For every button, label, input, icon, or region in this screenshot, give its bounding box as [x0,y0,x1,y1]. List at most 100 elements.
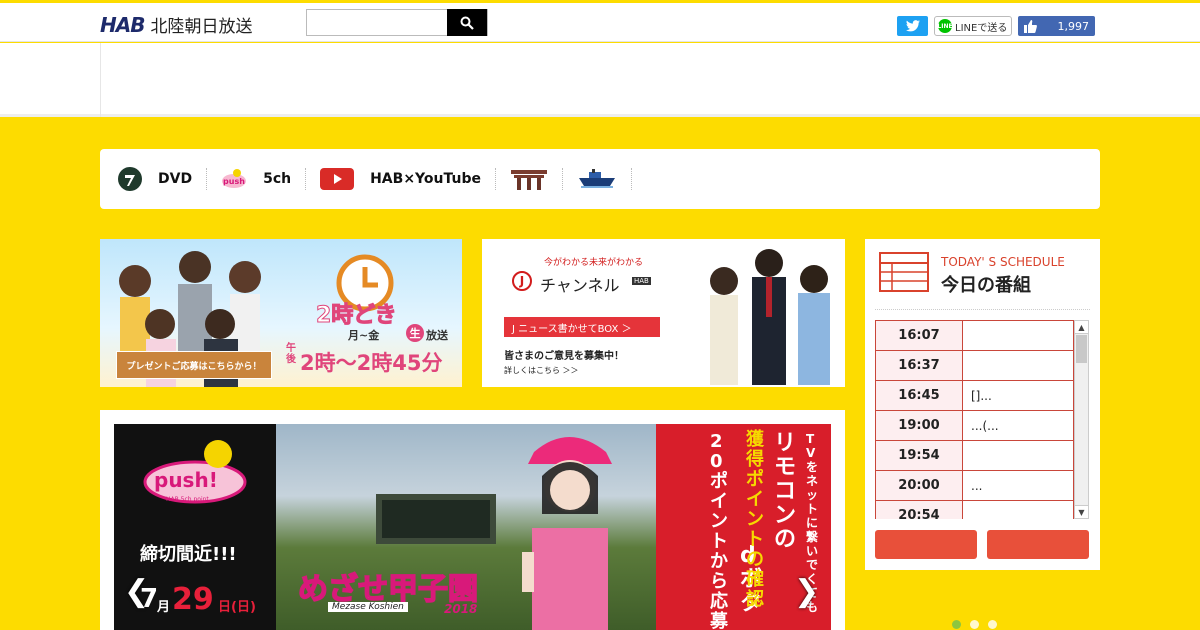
quick-nav: DVD push 5ch HAB×YouTube [100,149,1100,209]
slider-pagination [952,620,997,629]
schedule-row[interactable]: 19:00 ...(... [875,411,1074,441]
banner2-opinion: 皆さまのご意見を募集中！ [504,351,624,362]
nav-item-ship[interactable] [577,168,632,190]
nav-item-gate[interactable] [510,168,563,190]
pagination-dot[interactable] [970,620,979,629]
schedule-title-jp: 今日の番組 [941,275,1031,296]
pagination-dot[interactable] [988,620,997,629]
slide-right-text-4: 20ポイントから応募で [710,431,728,630]
schedule-table: 16:07 16:37 16:45 []... 19:00 ...(... 19:… [875,320,1074,519]
banner1-pm: 午後 [286,343,296,365]
ad-band [0,43,1200,117]
schedule-program: []... [963,381,1073,410]
nav-label-dvd: DVD [158,171,193,187]
slide-right-text-3: 獲得ポイントの確認 [746,429,764,610]
schedule-table-icon [879,252,929,292]
scoreboard-graphic [376,494,496,544]
slide-prev-icon[interactable]: ❮ [124,574,149,609]
search-input[interactable] [307,10,447,35]
twitter-share-button[interactable] [897,16,928,36]
schedule-divider [875,309,1090,310]
banner1-broadcast: 放送 [426,329,448,342]
slide-year: 2018 [444,602,478,616]
banner2-brand-sub: HAB [632,277,651,285]
schedule-button-1[interactable] [875,530,977,559]
svg-text:push: push [223,177,245,186]
slide-right-text-1: リモコンの [774,431,797,552]
banner2-box-button[interactable]: J ニュース書かせてBOX ＞ [504,317,660,337]
scroll-up-icon[interactable]: ▲ [1075,321,1088,334]
slide-date-weekday: 日(日) [218,600,256,615]
slide-subtitle: Mezase Koshien [328,602,408,612]
line-share-label: LINEで送る [955,22,1008,34]
schedule-program [963,321,1073,350]
schedule-program: ...(... [963,411,1073,440]
schedule-program [963,351,1073,380]
top-bar: HAB 北陸朝日放送 LINE LINEで送る 1,997 [0,0,1200,42]
vessel-logo-icon [118,167,142,191]
nav-item-youtube[interactable]: HAB×YouTube [320,168,496,190]
schedule-row[interactable]: 19:54 [875,441,1074,471]
schedule-row[interactable]: 20:54 [875,501,1074,519]
schedule-program: ... [963,471,1073,500]
slide-brand-sub: HAB 5ch point [166,496,209,503]
schedule-time: 16:37 [876,351,963,380]
banner1-cta[interactable]: プレゼントご応募はこちらから！ [116,351,272,379]
j-logo-icon: J [512,271,532,291]
gate-icon [510,170,547,190]
slide-middle-panel: めざせ甲子園 Mezase Koshien 2018 [276,424,656,630]
schedule-row[interactable]: 20:00... [875,471,1074,501]
slide-date-day: 29 [172,582,214,617]
line-share-button[interactable]: LINE LINEで送る [934,16,1012,36]
nav-label-5ch: 5ch [263,171,292,187]
banner2-brand: チャンネル [540,276,620,295]
facebook-like-count: 1,997 [1057,19,1090,33]
twitter-icon [905,20,920,32]
nav-item-dvd[interactable]: DVD [118,167,208,191]
schedule-title-en: TODAY' S SCHEDULE [941,255,1065,269]
search-box [306,9,488,36]
schedule-row[interactable]: 16:45 []... [875,381,1074,411]
player-girl-photo [522,437,612,630]
slide-month-unit: 月 [157,600,171,615]
schedule-time: 19:54 [876,441,963,470]
nav-label-youtube: HAB×YouTube [370,171,481,187]
ship-icon [578,169,615,188]
slide-next-icon[interactable]: ❯ [794,574,819,609]
slide-brand: push! [154,468,218,492]
banner1-clock-title: 2時どき [316,303,398,329]
schedule-button-2[interactable] [987,530,1089,559]
schedule-time: 19:00 [876,411,963,440]
line-icon: LINE [937,19,953,33]
scroll-thumb[interactable] [1076,335,1087,363]
banner1-days: 月~金 [348,329,380,342]
anchors-photo [710,249,830,385]
banner2-more: 詳しくはこちら ＞＞ [504,366,579,375]
site-logo[interactable]: HAB 北陸朝日放送 [100,12,252,37]
schedule-scrollbar[interactable]: ▲ ▼ [1074,320,1089,519]
schedule-row[interactable]: 16:07 [875,321,1074,351]
thumbs-up-icon [1024,19,1037,33]
schedule-program [963,501,1073,519]
scroll-down-icon[interactable]: ▼ [1075,505,1088,518]
search-button[interactable] [447,9,487,36]
banner-2jidoki[interactable]: 2時どき 月~金 生 放送 午後 2時～2時45分 プレゼントご応募はこちらから… [100,239,462,387]
pagination-dot-active[interactable] [952,620,961,629]
nav-item-5ch[interactable]: push 5ch [221,168,307,190]
facebook-like-button[interactable]: 1,997 [1018,16,1095,36]
banner1-time: 2時～2時45分 [300,351,443,375]
banner1-live-badge: 生 [406,324,424,342]
banner-j-channel[interactable]: 今がわかる未来がわかる J チャンネル HAB J ニュース書かせてBOX ＞ … [482,239,845,387]
search-icon [460,16,474,30]
main-slider: push! HAB 5ch point 締切間近!!! 7 月 29 日(日) … [100,410,845,630]
schedule-row[interactable]: 16:37 [875,351,1074,381]
schedule-time: 16:45 [876,381,963,410]
slide-deadline: 締切間近!!! [140,544,237,565]
dpush-icon: push [222,169,247,188]
schedule-time: 20:00 [876,471,963,500]
slide-mezase-koshien[interactable]: push! HAB 5ch point 締切間近!!! 7 月 29 日(日) … [114,424,831,630]
schedule-program [963,441,1073,470]
logo-mark: HAB [100,13,145,37]
logo-name: 北陸朝日放送 [150,17,253,37]
youtube-icon [320,168,355,190]
